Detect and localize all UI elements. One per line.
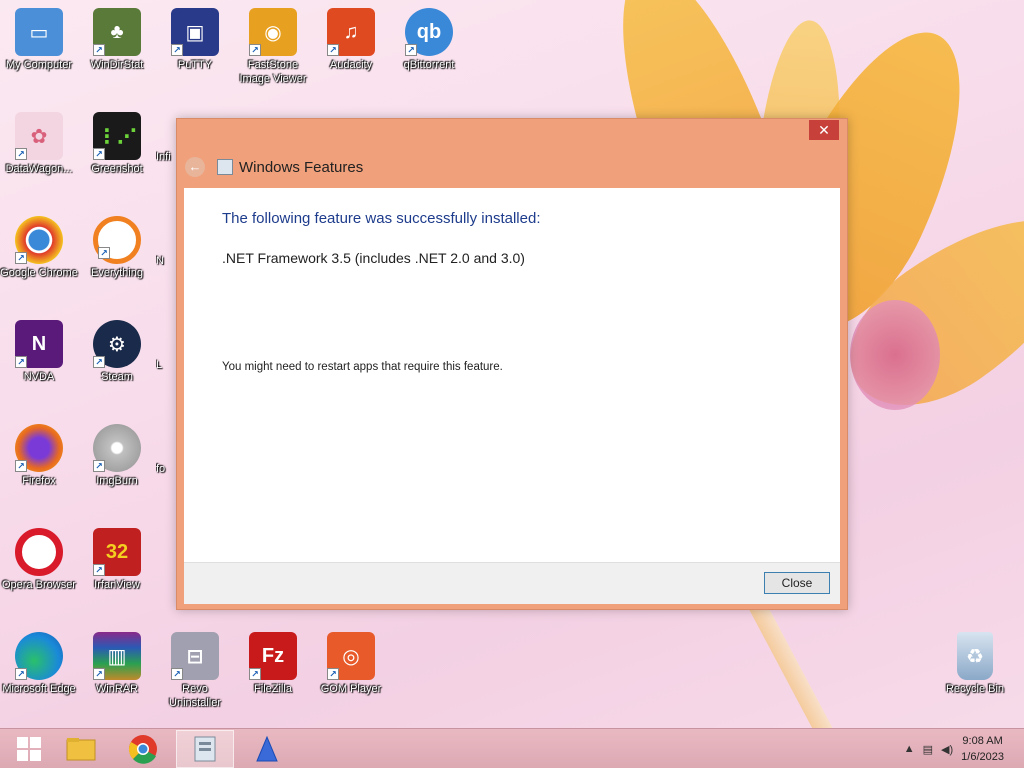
eye-icon: ◉ ↗ xyxy=(249,8,297,56)
archive-icon: ▥ ↗ xyxy=(93,632,141,680)
dialog-footer: Close xyxy=(184,562,840,604)
file-explorer-icon xyxy=(66,738,96,761)
desktop-icon-nvda[interactable]: N ↗ NVDA xyxy=(0,320,78,384)
edge-icon: ↗ xyxy=(15,632,63,680)
desktop-icon-firefox[interactable]: ↗ Firefox xyxy=(0,424,78,488)
back-arrow-icon[interactable]: ← xyxy=(185,157,205,177)
tree-icon: ♣ ↗ xyxy=(93,8,141,56)
taskbar-file-explorer[interactable] xyxy=(52,730,110,768)
start-button[interactable] xyxy=(0,730,58,768)
flower-icon: ✿ ↗ xyxy=(15,112,63,160)
desktop-icon-audacity[interactable]: ♫ ↗ Audacity xyxy=(312,8,390,72)
desktop-icon-qbittorrent[interactable]: qb ↗ qBittorrent xyxy=(390,8,468,72)
terminal-icon: ▣ ↗ xyxy=(171,8,219,56)
chrome-icon xyxy=(129,735,157,764)
clock[interactable]: 9:08 AM 1/6/2023 xyxy=(961,733,1004,765)
computer-icon: ▭ xyxy=(15,8,63,56)
desktop-icon-recycle-bin[interactable]: ♻ Recycle Bin xyxy=(936,632,1014,696)
chrome-icon: ↗ xyxy=(15,216,63,264)
close-button[interactable]: Close xyxy=(764,572,830,594)
success-heading: The following feature was successfully i… xyxy=(222,210,541,227)
window-close-button[interactable]: ✕ xyxy=(809,120,839,140)
desktop-icon-irfanview[interactable]: 32 ↗ IrfanView xyxy=(78,528,156,592)
desktop-icon-opera[interactable]: Opera Browser xyxy=(0,528,78,592)
desktop-icon-datawagon[interactable]: ✿ ↗ DataWagon... xyxy=(0,112,78,176)
filezilla-icon: Fz ↗ xyxy=(249,632,297,680)
desktop-icon-everything[interactable]: ↗ Everything xyxy=(78,216,156,280)
desktop-icon-revo-uninstaller[interactable]: ⊟ ↗ Revo Uninstaller xyxy=(156,632,234,710)
installed-feature-name: .NET Framework 3.5 (includes .NET 2.0 an… xyxy=(222,250,525,266)
desktop-icon-my-computer[interactable]: ▭ My Computer xyxy=(0,8,78,72)
desktop-icon-imgburn[interactable]: ↗ ImgBurn xyxy=(78,424,156,488)
steam-icon: ⚙ ↗ xyxy=(93,320,141,368)
app-icon xyxy=(256,735,278,762)
desktop-icon-gom-player[interactable]: ◎ ↗ GOM Player xyxy=(312,632,390,696)
desktop-icon-windirstat[interactable]: ♣ ↗ WinDirStat xyxy=(78,8,156,72)
disc-icon: ↗ xyxy=(93,424,141,472)
taskbar-app[interactable] xyxy=(238,730,296,768)
control-panel-icon xyxy=(194,736,216,762)
player-icon: ◎ ↗ xyxy=(327,632,375,680)
tray-expand-icon[interactable]: ▲ xyxy=(904,743,915,755)
start-icon xyxy=(17,737,41,761)
clock-date: 1/6/2023 xyxy=(961,751,1004,763)
network-icon[interactable]: ▤ xyxy=(923,743,933,756)
desktop-icon-greenshot[interactable]: ⋮⋰ ↗ Greenshot xyxy=(78,112,156,176)
taskbar-chrome[interactable] xyxy=(114,730,172,768)
nvda-icon: N ↗ xyxy=(15,320,63,368)
opera-icon xyxy=(15,528,63,576)
desktop-icon-faststone[interactable]: ◉ ↗ FastStone Image Viewer xyxy=(234,8,312,86)
desktop-icon-winrar[interactable]: ▥ ↗ WinRAR xyxy=(78,632,156,696)
desktop-icon-filezilla[interactable]: Fz ↗ FileZilla xyxy=(234,632,312,696)
desktop-icon-google-chrome[interactable]: ↗ Google Chrome xyxy=(0,216,78,280)
clock-time: 9:08 AM xyxy=(962,735,1003,747)
dialog-body: The following feature was successfully i… xyxy=(184,188,840,562)
dialog-title: Windows Features xyxy=(239,158,364,176)
greenshot-icon: ⋮⋰ ↗ xyxy=(93,112,141,160)
search-icon: ↗ xyxy=(93,216,141,264)
dialog-titlebar: ← Windows Features xyxy=(185,149,839,185)
desktop-icon-putty[interactable]: ▣ ↗ PuTTY xyxy=(156,8,234,72)
firefox-icon: ↗ xyxy=(15,424,63,472)
irfanview-icon: 32 ↗ xyxy=(93,528,141,576)
windows-features-dialog: ✕ ← Windows Features The following featu… xyxy=(176,118,848,610)
uninstall-icon: ⊟ ↗ xyxy=(171,632,219,680)
audio-icon: ♫ ↗ xyxy=(327,8,375,56)
recycle-bin-icon: ♻ xyxy=(957,632,993,680)
wallpaper-flower-center xyxy=(850,300,940,410)
desktop-icon-microsoft-edge[interactable]: ↗ Microsoft Edge xyxy=(0,632,78,696)
desktop-icon-steam[interactable]: ⚙ ↗ Steam xyxy=(78,320,156,384)
system-tray: ▲ ▤ ◀) 9:08 AM 1/6/2023 xyxy=(904,729,1024,768)
qb-icon: qb ↗ xyxy=(405,8,453,56)
taskbar: ▲ ▤ ◀) 9:08 AM 1/6/2023 xyxy=(0,728,1024,768)
volume-icon[interactable]: ◀) xyxy=(941,743,953,756)
restart-note: You might need to restart apps that requ… xyxy=(222,361,503,373)
windows-features-icon xyxy=(217,159,233,175)
taskbar-control-panel[interactable] xyxy=(176,730,234,768)
